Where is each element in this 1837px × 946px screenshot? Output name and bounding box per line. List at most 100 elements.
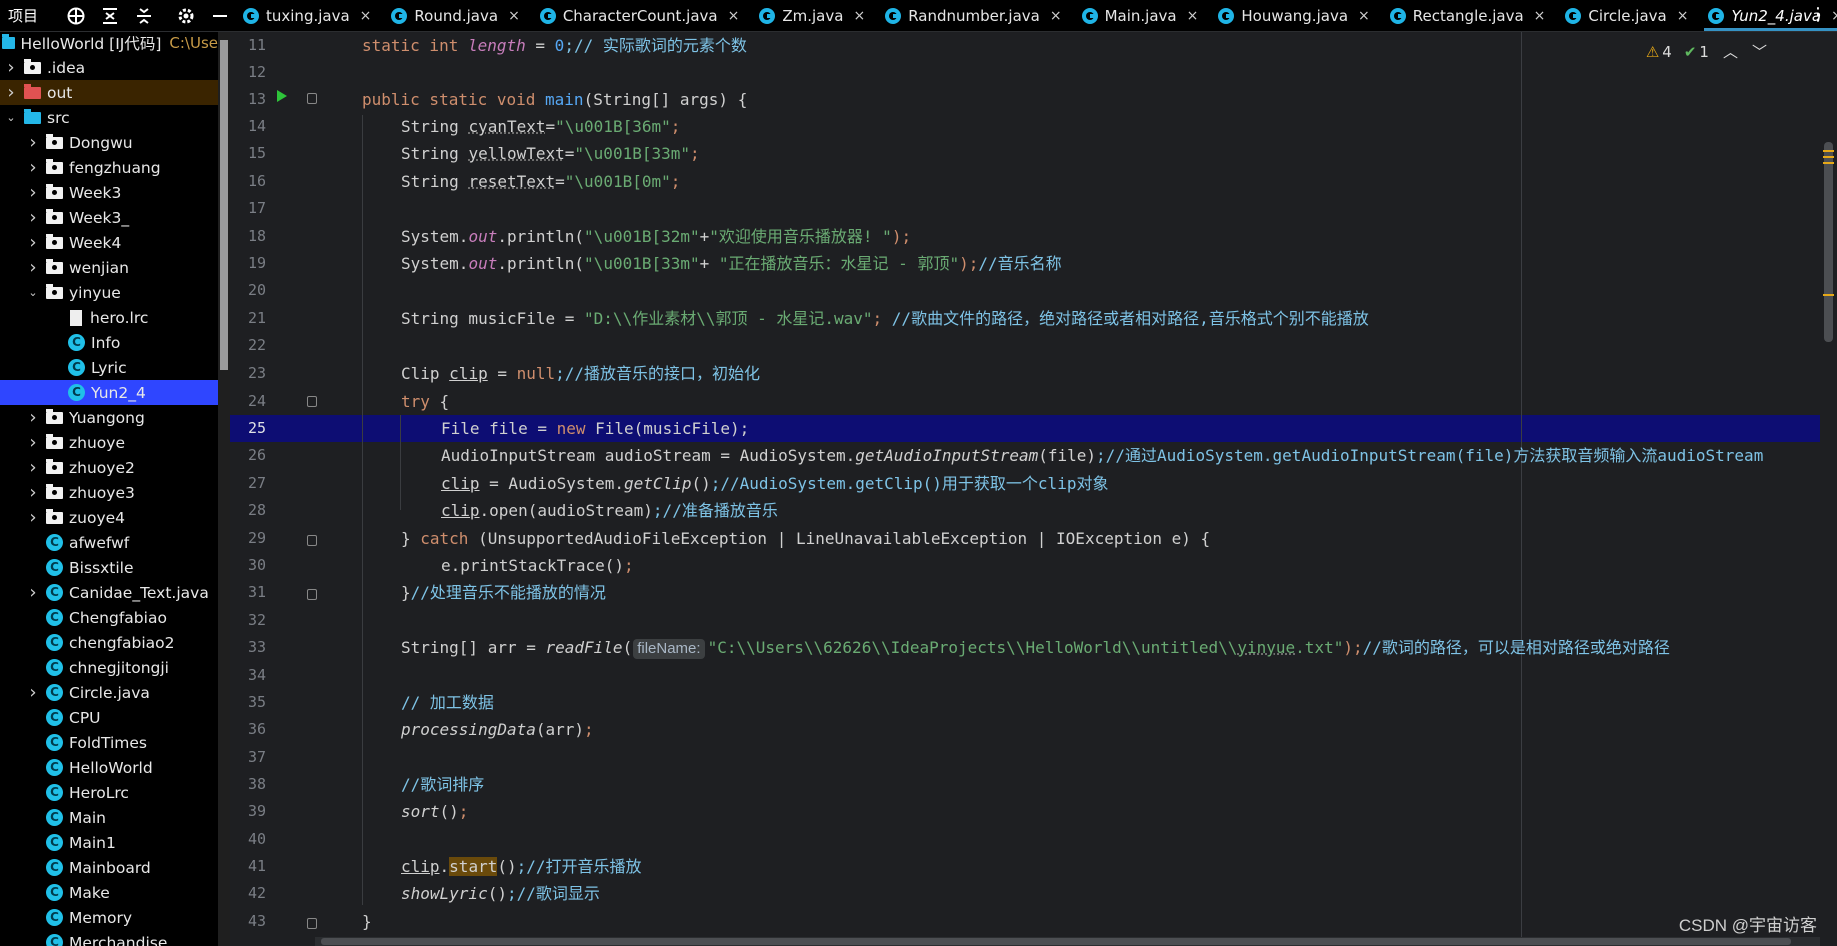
line-number[interactable]: 41 [230,853,266,880]
chevron-right-icon[interactable]: › [4,57,18,78]
chevron-right-icon[interactable]: › [4,82,18,103]
editor-tab[interactable]: Houwang.java × [1208,0,1379,31]
line-number[interactable]: 43 [230,908,266,935]
close-icon[interactable]: × [360,8,372,24]
line-number[interactable]: 36 [230,716,266,743]
tree-item[interactable]: Chengfabiao [0,605,218,630]
line-number[interactable]: 14 [230,113,266,140]
line-number[interactable]: 24 [230,388,266,415]
tree-item[interactable]: › out [0,80,218,105]
tree-item[interactable]: Mainboard [0,855,218,880]
chevron-right-icon[interactable]: › [26,507,40,528]
line-number[interactable]: 40 [230,826,266,853]
line-number[interactable]: 21 [230,305,266,332]
close-icon[interactable]: × [728,8,740,24]
line-number[interactable]: 39 [230,798,266,825]
line-number[interactable]: 31 [230,579,266,606]
tree-item[interactable]: › Week3_ [0,205,218,230]
editor-tab[interactable]: Rectangle.java × [1380,0,1556,31]
tree-item[interactable]: HelloWorld [0,755,218,780]
tree-item[interactable]: Memory [0,905,218,930]
line-number[interactable]: 35 [230,689,266,716]
line-number[interactable]: 29 [230,525,266,552]
scrollbar-thumb[interactable] [321,938,1791,945]
close-icon[interactable]: × [853,8,865,24]
tree-item[interactable]: › Yuangong [0,405,218,430]
tree-item[interactable]: chnegjitongji [0,655,218,680]
editor-tab[interactable]: Circle.java × [1555,0,1698,31]
tree-item[interactable]: Lyric [0,355,218,380]
tree-item[interactable]: › fengzhuang [0,155,218,180]
tree-item[interactable]: › zhuoye [0,430,218,455]
project-tree-scrollbar[interactable] [218,32,230,946]
close-icon[interactable]: × [508,8,520,24]
tree-item[interactable]: Merchandise [0,930,218,946]
tree-item[interactable]: › zhuoye3 [0,480,218,505]
chevron-down-icon[interactable]: ﹀ [1752,41,1767,62]
tree-item[interactable]: Bissxtile [0,555,218,580]
line-number[interactable]: 13 [230,86,266,113]
tree-item[interactable]: Make [0,880,218,905]
chevron-right-icon[interactable]: › [26,457,40,478]
code-editor[interactable]: static int length = 0;// 实际歌词的元素个数 publi… [315,32,1820,937]
line-number[interactable]: 17 [230,195,266,222]
chevron-right-icon[interactable]: › [26,207,40,228]
tree-item[interactable]: Info [0,330,218,355]
editor-horizontal-scrollbar[interactable] [315,937,1820,946]
editor-tab[interactable]: Main.java × [1072,0,1209,31]
chevron-up-icon[interactable]: ︿ [1723,41,1738,62]
editor-tab[interactable]: tuxing.java × [233,0,381,31]
line-number[interactable]: 19 [230,250,266,277]
scrollbar-thumb[interactable] [1824,142,1833,342]
line-number[interactable]: 12 [230,59,266,86]
line-number[interactable]: 27 [230,470,266,497]
project-view-label[interactable]: 项目 [8,5,52,26]
expand-all-icon[interactable] [100,4,120,28]
tree-item[interactable]: HeroLrc [0,780,218,805]
more-tabs-icon[interactable]: ⋮ [1809,4,1827,25]
line-number[interactable]: 25 [230,415,266,442]
tree-item[interactable]: › Dongwu [0,130,218,155]
line-number[interactable]: 42 [230,880,266,907]
run-icon[interactable] [277,90,287,102]
line-number[interactable]: 33 [230,634,266,661]
locate-icon[interactable] [66,4,86,28]
chevron-right-icon[interactable]: › [26,682,40,703]
line-number[interactable]: 16 [230,168,266,195]
editor-tab[interactable]: Zm.java × [749,0,875,31]
chevron-right-icon[interactable]: › [26,132,40,153]
tree-item[interactable]: › Week4 [0,230,218,255]
chevron-down-icon[interactable]: ⌄ [4,111,18,124]
warning-marker[interactable] [1823,294,1834,296]
warning-marker[interactable] [1823,150,1834,152]
line-number[interactable]: 34 [230,662,266,689]
tree-item[interactable]: ⌄ src [0,105,218,130]
tree-item[interactable]: › zuoye4 [0,505,218,530]
chevron-right-icon[interactable]: › [26,407,40,428]
tree-item[interactable]: chengfabiao2 [0,630,218,655]
line-number[interactable]: 18 [230,223,266,250]
tree-item[interactable]: › Circle.java [0,680,218,705]
scrollbar-thumb[interactable] [220,40,228,370]
close-icon[interactable]: × [1187,8,1199,24]
tree-item[interactable]: Main1 [0,830,218,855]
tree-item[interactable]: FoldTimes [0,730,218,755]
close-icon[interactable]: × [1677,8,1689,24]
chevron-right-icon[interactable]: › [26,232,40,253]
tree-item[interactable]: › Week3 [0,180,218,205]
line-number[interactable]: 26 [230,442,266,469]
line-number[interactable]: 23 [230,360,266,387]
inspection-widget[interactable]: ⚠ 4 ✔ 1 ︿ ﹀ [1646,41,1767,62]
editor-tab[interactable]: Round.java × [381,0,529,31]
close-icon[interactable]: × [1831,8,1837,24]
tree-item[interactable]: › zhuoye2 [0,455,218,480]
chevron-right-icon[interactable]: › [26,157,40,178]
tree-item[interactable]: afwefwf [0,530,218,555]
chevron-right-icon[interactable]: › [26,582,40,603]
editor-vertical-scrollbar[interactable] [1820,32,1837,937]
tree-item[interactable]: Main [0,805,218,830]
close-icon[interactable]: × [1358,8,1370,24]
editor-tab[interactable]: CharacterCount.java × [530,0,750,31]
minimize-icon[interactable] [210,4,230,28]
warning-marker[interactable] [1823,162,1834,164]
